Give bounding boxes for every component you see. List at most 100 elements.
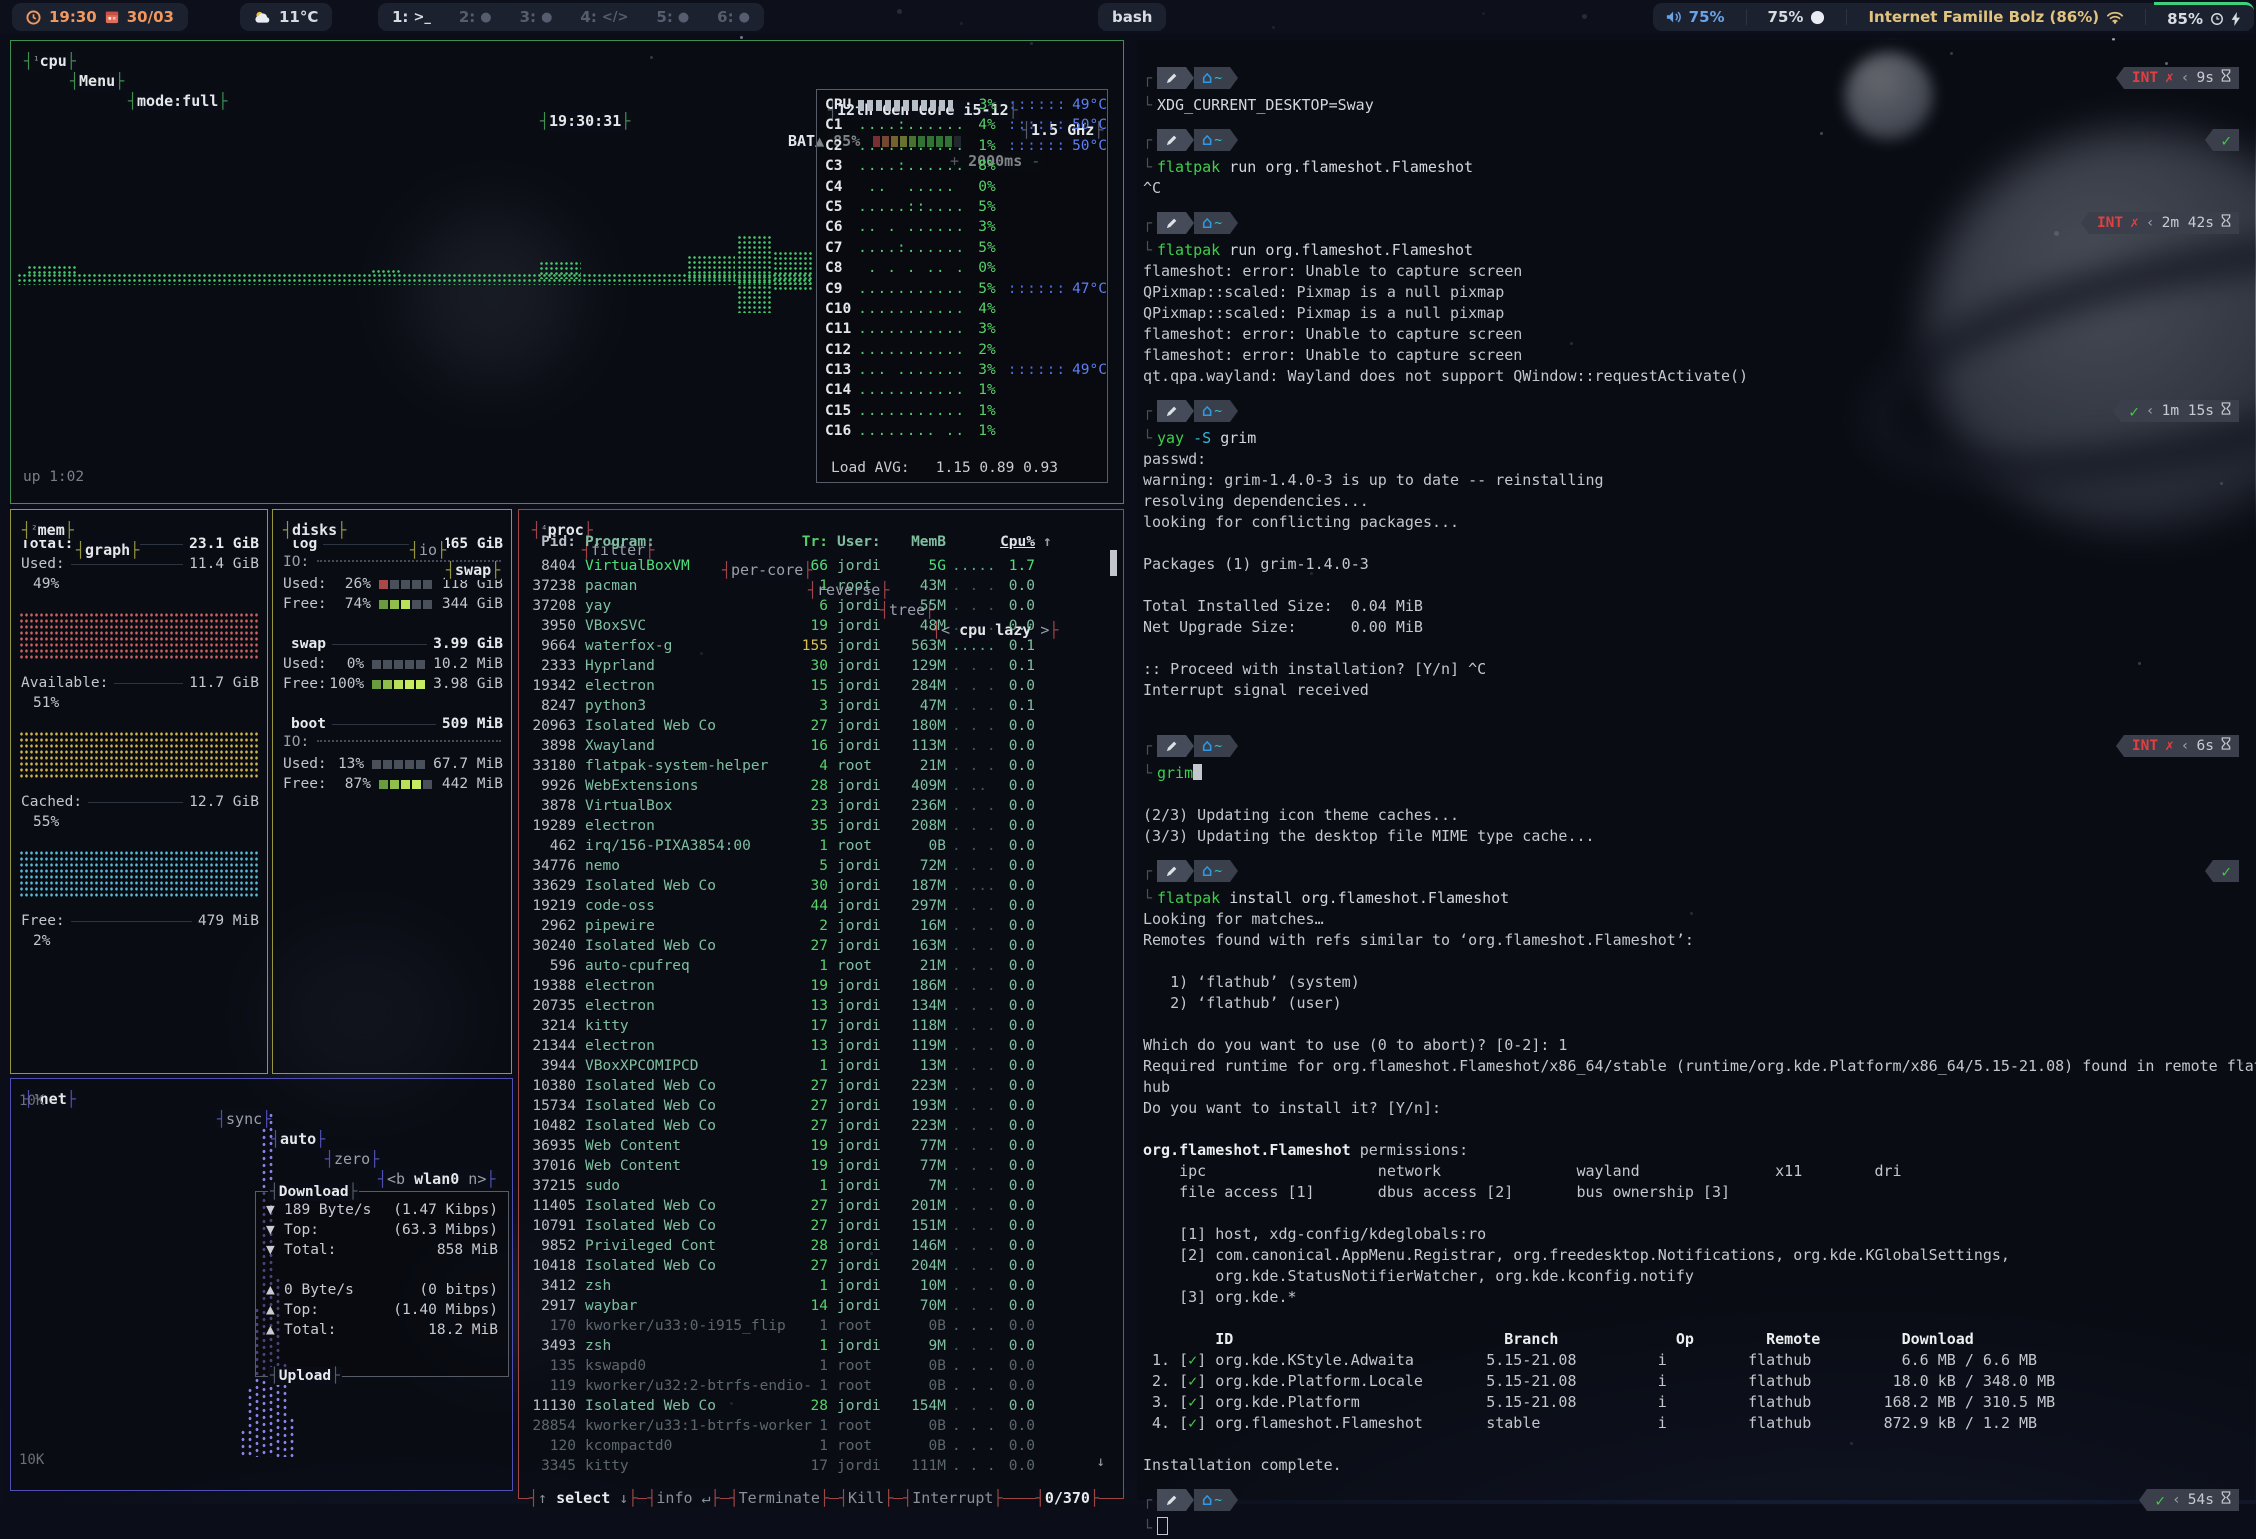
scroll-down-icon[interactable]: ↓ bbox=[1097, 1454, 1105, 1470]
command-line[interactable]: └flatpak install org.flameshot.Flameshot bbox=[1143, 888, 2249, 909]
mode-button[interactable]: ┤mode:full├ bbox=[127, 91, 228, 111]
window-title[interactable]: bash bbox=[1098, 3, 1166, 31]
process-row[interactable]: 3345kitty17jordi111M. . . .0.0 bbox=[519, 1456, 1115, 1476]
brightness-module[interactable]: 75% bbox=[1755, 3, 1839, 31]
process-row[interactable]: 3214kitty17jordi118M. . . .0.0 bbox=[519, 1016, 1115, 1036]
command-line[interactable]: └yay -S grim bbox=[1143, 428, 2249, 449]
menu-button[interactable]: ┤Menu├ bbox=[69, 71, 125, 91]
terminal-window[interactable]: ┌⌂~INT✗‹9s└XDG_CURRENT_DESKTOP=Sway┌⌂~✓└… bbox=[1137, 40, 2255, 1500]
command-line[interactable]: └flatpak run org.flameshot.Flameshot bbox=[1143, 240, 2249, 261]
proc-footer-button[interactable]: ┤info ↵├ bbox=[647, 1488, 719, 1508]
col-memory[interactable]: MemB bbox=[897, 534, 946, 550]
process-row[interactable]: 3493zsh1jordi9M. . . .0.0 bbox=[519, 1336, 1115, 1356]
col-pid[interactable]: Pid: bbox=[519, 534, 576, 550]
workspace-button[interactable]: 4:</> bbox=[570, 8, 638, 26]
process-row[interactable]: 19342electron15jordi284M. . . .0.0 bbox=[519, 676, 1115, 696]
terminal-output: hub bbox=[1143, 1077, 2249, 1098]
disks-io-button[interactable]: ┤io├ bbox=[409, 540, 447, 560]
proc-footer-button[interactable]: ┤Terminate├ bbox=[730, 1488, 829, 1508]
command-line[interactable]: └XDG_CURRENT_DESKTOP=Sway bbox=[1143, 95, 2249, 116]
command-line[interactable]: └ bbox=[1143, 1517, 2249, 1538]
command-line[interactable]: └flatpak run org.flameshot.Flameshot bbox=[1143, 157, 2249, 178]
process-row[interactable]: 9926WebExtensions28jordi409M. .. .0.0 bbox=[519, 776, 1115, 796]
net-scale-bottom: 10K bbox=[19, 1452, 44, 1468]
net-auto-button[interactable]: ┤auto├ bbox=[270, 1129, 326, 1149]
process-row[interactable]: 3878VirtualBox23jordi236M. . . .0.0 bbox=[519, 796, 1115, 816]
process-row[interactable]: 19219code-oss44jordi297M. . . .0.0 bbox=[519, 896, 1115, 916]
terminal-output: flameshot: error: Unable to capture scre… bbox=[1143, 345, 2249, 366]
mem-graph-button[interactable]: ┤graph├ bbox=[75, 540, 140, 560]
process-row[interactable]: 2333Hyprland30jordi129M. . . .0.1 bbox=[519, 656, 1115, 676]
process-row[interactable]: 20735electron13jordi134M. . . .0.0 bbox=[519, 996, 1115, 1016]
disk-usage-row: Free:87%442 MiB bbox=[273, 774, 511, 794]
battery-module[interactable]: 85% bbox=[2154, 2, 2254, 33]
process-row[interactable]: 9852Privileged Cont28jordi146M. . . .0.0 bbox=[519, 1236, 1115, 1256]
process-row[interactable]: 3898Xwayland16jordi113M. . . .0.0 bbox=[519, 736, 1115, 756]
command-line[interactable]: └grim bbox=[1143, 763, 2249, 784]
process-row[interactable]: 2917waybar14jordi70M. . . .0.0 bbox=[519, 1296, 1115, 1316]
process-row[interactable]: 120kcompactd01root0B. . . .0.0 bbox=[519, 1436, 1115, 1456]
workspace-button[interactable]: 2:● bbox=[449, 8, 502, 26]
proc-footer-button[interactable]: ┤Interrupt├ bbox=[903, 1488, 1002, 1508]
process-row[interactable]: 8247python33jordi47M. . . .0.1 bbox=[519, 696, 1115, 716]
workspace-button[interactable]: 3:● bbox=[510, 8, 563, 26]
process-row[interactable]: 10791Isolated Web Co27jordi151M. . . .0.… bbox=[519, 1216, 1115, 1236]
process-row[interactable]: 15734Isolated Web Co27jordi193M. . . .0.… bbox=[519, 1096, 1115, 1116]
col-user[interactable]: User: bbox=[828, 534, 897, 550]
process-row[interactable]: 11130Isolated Web Co28jordi154M. . . .0.… bbox=[519, 1396, 1115, 1416]
process-row[interactable]: 11405Isolated Web Co27jordi201M. . . .0.… bbox=[519, 1196, 1115, 1216]
process-row[interactable]: 10418Isolated Web Co27jordi204M. . . .0.… bbox=[519, 1256, 1115, 1276]
col-program[interactable]: Program: bbox=[576, 534, 794, 550]
net-graph-bar bbox=[240, 1429, 246, 1457]
process-row[interactable]: 37238pacman1root43M. . . .0.0 bbox=[519, 576, 1115, 596]
process-row[interactable]: 19388electron19jordi186M. . . .0.0 bbox=[519, 976, 1115, 996]
workspace-button[interactable]: 6:● bbox=[707, 8, 760, 26]
proc-footer-button[interactable]: ┤↑ select ↓├ bbox=[529, 1488, 637, 1508]
process-row[interactable]: 20963Isolated Web Co27jordi180M. . . .0.… bbox=[519, 716, 1115, 736]
process-row[interactable]: 119kworker/u32:2-btrfs-endio-1root0B. . … bbox=[519, 1376, 1115, 1396]
process-row[interactable]: 21344electron13jordi119M. . . .0.0 bbox=[519, 1036, 1115, 1056]
process-scrollbar[interactable] bbox=[1110, 550, 1117, 576]
workspace-button[interactable]: 5:● bbox=[646, 8, 699, 26]
process-row[interactable]: 19289electron35jordi208M. . . .0.0 bbox=[519, 816, 1115, 836]
process-row[interactable]: 28854kworker/u33:1-btrfs-worker1root0B. … bbox=[519, 1416, 1115, 1436]
disks-panel-title[interactable]: ┤disks├ bbox=[282, 520, 347, 540]
process-row[interactable]: 3944VBoxXPCOMIPCD1jordi13M. . . .0.0 bbox=[519, 1056, 1115, 1076]
col-cpu[interactable]: Cpu% bbox=[998, 534, 1035, 550]
cpu-panel-title[interactable]: ┤¹cpu├ bbox=[23, 51, 77, 71]
cpu-core-row: C15.................1% bbox=[817, 401, 1107, 421]
process-row[interactable]: 10482Isolated Web Co27jordi223M. . . .0.… bbox=[519, 1116, 1115, 1136]
weather-module[interactable]: 11°C bbox=[240, 3, 332, 31]
process-row[interactable]: 37016Web Content19jordi77M. . . .0.0 bbox=[519, 1156, 1115, 1176]
net-zero-button[interactable]: ┤zero├ bbox=[324, 1149, 380, 1169]
proc-footer-button[interactable]: ┤Kill├ bbox=[839, 1488, 893, 1508]
process-row[interactable]: 135kswapd01root0B. . . .0.0 bbox=[519, 1356, 1115, 1376]
process-row[interactable]: 34776nemo5jordi72M. . . .0.0 bbox=[519, 856, 1115, 876]
focused-app-label: bash bbox=[1112, 8, 1152, 26]
process-row[interactable]: 3950VBoxSVC19jordi48M. . . .0.0 bbox=[519, 616, 1115, 636]
net-interface-switcher[interactable]: ┤<b wlan0 n>├ bbox=[377, 1169, 496, 1189]
mem-panel-title[interactable]: ┤²mem├ bbox=[21, 520, 75, 540]
date: 30/03 bbox=[127, 8, 174, 26]
process-row[interactable]: 8404VirtualBoxVM66jordi5G.........1.7 bbox=[519, 556, 1115, 576]
workspace-button[interactable]: 1:>_ bbox=[382, 8, 441, 26]
process-row[interactable]: 462irq/156-PIXA3854:001root0B. . . .0.0 bbox=[519, 836, 1115, 856]
process-row[interactable]: 33629Isolated Web Co30jordi187M. ... 0.0 bbox=[519, 876, 1115, 896]
process-row[interactable]: 3412zsh1jordi10M. . . .0.0 bbox=[519, 1276, 1115, 1296]
process-row[interactable]: 30240Isolated Web Co27jordi163M. . . .0.… bbox=[519, 936, 1115, 956]
process-row[interactable]: 36935Web Content19jordi77M. . . .0.0 bbox=[519, 1136, 1115, 1156]
disks-swap-button[interactable]: ┤swap├ bbox=[445, 560, 501, 580]
process-row[interactable]: 33180flatpak-system-helper4root21M. . . … bbox=[519, 756, 1115, 776]
process-row[interactable]: 10380Isolated Web Co27jordi223M. . . .0.… bbox=[519, 1076, 1115, 1096]
process-row[interactable]: 596auto-cpufreq1root21M. . . .0.0 bbox=[519, 956, 1115, 976]
process-row[interactable]: 37208yay6jordi55M. . . .0.0 bbox=[519, 596, 1115, 616]
col-threads[interactable]: Tr: bbox=[794, 534, 828, 550]
volume-module[interactable]: 75% bbox=[1653, 3, 1738, 31]
process-row[interactable]: 9664waterfox-g155jordi563M...... .0.1 bbox=[519, 636, 1115, 656]
process-row[interactable]: 170kworker/u33:0-i915_flip1root0B. . . .… bbox=[519, 1316, 1115, 1336]
clock-date-module[interactable]: 19:30 30/03 bbox=[12, 3, 188, 31]
process-row[interactable]: 37215sudo1jordi7M. . . .0.0 bbox=[519, 1176, 1115, 1196]
network-module[interactable]: Internet Famille Bolz (86%) bbox=[1855, 3, 2137, 31]
net-sync-button[interactable]: ┤sync├ bbox=[216, 1109, 272, 1129]
process-row[interactable]: 2962pipewire2jordi16M. . . .0.0 bbox=[519, 916, 1115, 936]
